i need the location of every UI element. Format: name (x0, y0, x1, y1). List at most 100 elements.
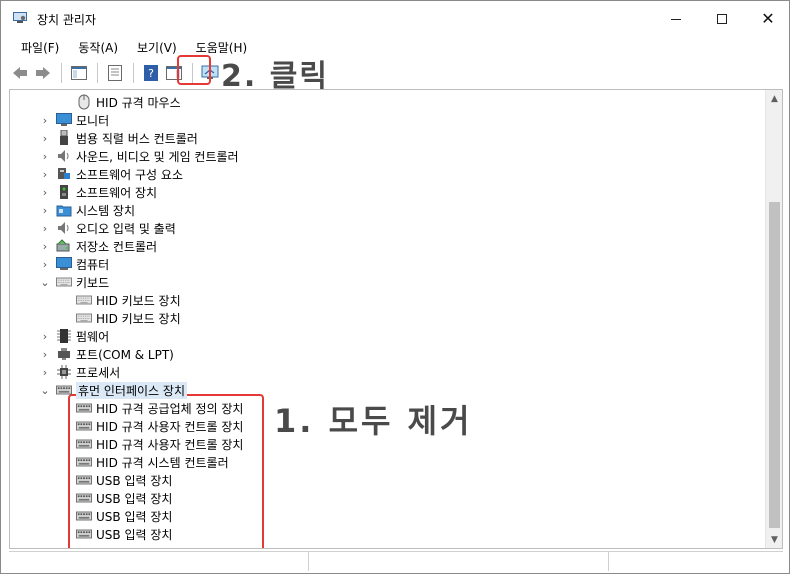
maximize-button[interactable] (699, 1, 745, 37)
menu-file[interactable]: 파일(F) (9, 37, 66, 57)
forward-arrow-icon (36, 67, 50, 79)
tree-item-label: 시스템 장치 (76, 203, 136, 218)
back-button[interactable] (9, 62, 31, 84)
console-tree-icon (71, 66, 87, 80)
tree-item-label: HID 키보드 장치 (96, 293, 181, 308)
hid-icon (76, 400, 92, 416)
tree-item-label: USB 입력 장치 (96, 527, 173, 542)
tree-category-item[interactable]: 시스템 장치 (56, 201, 135, 219)
tree-item-label: 키보드 (76, 275, 110, 290)
tree-device-item[interactable]: HID 규격 마우스 (76, 93, 181, 111)
tree-item-label: 사운드, 비디오 및 게임 컨트롤러 (76, 149, 239, 164)
tree-item-label: USB 입력 장치 (96, 509, 173, 524)
toolbar-separator (61, 63, 62, 83)
tree-category-item[interactable]: 오디오 입력 및 출력 (56, 219, 176, 237)
tree-item-label: 펌웨어 (76, 329, 110, 344)
menu-bar: 파일(F) 동작(A) 보기(V) 도움말(H) (9, 37, 254, 57)
collapsed-chevron-icon[interactable]: › (40, 147, 50, 165)
tree-category-item[interactable]: 펌웨어 (56, 327, 109, 345)
keyboard-icon (56, 274, 72, 290)
scroll-up-arrow-icon[interactable]: ▲ (766, 90, 782, 107)
tree-category-item[interactable]: 포트(COM & LPT) (56, 345, 174, 363)
back-arrow-icon (13, 67, 27, 79)
collapsed-chevron-icon[interactable]: › (40, 183, 50, 201)
vertical-scrollbar[interactable]: ▲ ▼ (765, 90, 782, 548)
tree-item-label: HID 규격 시스템 컨트롤러 (96, 455, 229, 470)
tree-category-item[interactable]: 키보드 (56, 273, 109, 291)
show-hide-console-tree-button[interactable] (68, 62, 90, 84)
speaker-icon (56, 220, 72, 236)
help-button[interactable]: ? (140, 62, 162, 84)
tree-category-item[interactable]: 컴퓨터 (56, 255, 109, 273)
tree-device-item[interactable]: USB 입력 장치 (76, 507, 172, 525)
tree-device-item[interactable]: USB 입력 장치 (76, 525, 172, 543)
collapsed-chevron-icon[interactable]: › (40, 219, 50, 237)
tree-item-label: HID 규격 사용자 컨트롤 장치 (96, 437, 244, 452)
minimize-button[interactable] (653, 1, 699, 37)
tree-category-item[interactable]: 모니터 (56, 111, 109, 129)
tree-item-label: 오디오 입력 및 출력 (76, 221, 176, 236)
tree-category-item[interactable]: 휴먼 인터페이스 장치 (56, 381, 187, 399)
keyboard-icon (76, 310, 92, 326)
forward-button[interactable] (32, 62, 54, 84)
status-cell (9, 552, 309, 571)
hid-icon (76, 472, 92, 488)
tree-item-label: 소프트웨어 구성 요소 (76, 167, 183, 182)
tree-item-label: USB 입력 장치 (96, 473, 173, 488)
tree-item-label: 휴먼 인터페이스 장치 (76, 381, 187, 399)
window-title: 장치 관리자 (37, 13, 97, 27)
properties-button[interactable] (104, 62, 126, 84)
status-bar (9, 551, 783, 571)
tree-device-item[interactable]: HID 규격 사용자 컨트롤 장치 (76, 435, 243, 453)
tree-category-item[interactable]: 저장소 컨트롤러 (56, 237, 157, 255)
hid-icon (56, 382, 72, 398)
hid-icon (76, 436, 92, 452)
help-icon: ? (144, 65, 158, 81)
menu-action[interactable]: 동작(A) (66, 37, 125, 57)
tree-category-item[interactable]: 소프트웨어 장치 (56, 183, 157, 201)
status-cell (309, 552, 609, 571)
usb-icon (56, 130, 72, 146)
maximize-icon (717, 14, 727, 24)
collapsed-chevron-icon[interactable]: › (40, 129, 50, 147)
tree-device-item[interactable]: HID 규격 시스템 컨트롤러 (76, 453, 229, 471)
tree-item-label: 포트(COM & LPT) (76, 347, 174, 362)
tree-device-item[interactable]: HID 키보드 장치 (76, 291, 181, 309)
scrollbar-thumb[interactable] (769, 202, 780, 528)
tree-category-item[interactable]: 사운드, 비디오 및 게임 컨트롤러 (56, 147, 239, 165)
expanded-chevron-icon[interactable]: ⌄ (40, 273, 50, 291)
device-tree[interactable]: ▲ ▼ 1. 모두 제거 HID 규격 마우스 › 모니터 › 범용 직렬 버스 컨트롤… (9, 89, 783, 549)
collapsed-chevron-icon[interactable]: › (40, 363, 50, 381)
tree-category-item[interactable]: 소프트웨어 구성 요소 (56, 165, 183, 183)
close-button[interactable]: ✕ (745, 1, 791, 37)
tree-item-label: 저장소 컨트롤러 (76, 239, 158, 254)
tree-item-label: HID 규격 사용자 컨트롤 장치 (96, 419, 244, 434)
tree-device-item[interactable]: USB 입력 장치 (76, 471, 172, 489)
step1-annotation: 1. 모두 제거 (274, 402, 473, 440)
storage-icon (56, 238, 72, 254)
tree-device-item[interactable]: HID 규격 공급업체 정의 장치 (76, 399, 243, 417)
tree-item-label: HID 규격 마우스 (96, 95, 181, 110)
collapsed-chevron-icon[interactable]: › (40, 237, 50, 255)
tree-category-item[interactable]: 범용 직렬 버스 컨트롤러 (56, 129, 198, 147)
device-manager-window: 장치 관리자 ✕ 파일(F) 동작(A) 보기(V) 도움말(H) ? 2. 클… (0, 0, 790, 574)
collapsed-chevron-icon[interactable]: › (40, 165, 50, 183)
properties-icon (108, 65, 122, 81)
collapsed-chevron-icon[interactable]: › (40, 345, 50, 363)
tree-item-label: 프로세서 (76, 365, 121, 380)
scroll-down-arrow-icon[interactable]: ▼ (766, 531, 782, 548)
collapsed-chevron-icon[interactable]: › (40, 255, 50, 273)
tree-device-item[interactable]: HID 키보드 장치 (76, 309, 181, 327)
menu-view[interactable]: 보기(V) (125, 37, 184, 57)
collapsed-chevron-icon[interactable]: › (40, 327, 50, 345)
tree-category-item[interactable]: 프로세서 (56, 363, 120, 381)
collapsed-chevron-icon[interactable]: › (40, 201, 50, 219)
tree-item-label: 소프트웨어 장치 (76, 185, 158, 200)
port-icon (56, 346, 72, 362)
tree-device-item[interactable]: USB 입력 장치 (76, 489, 172, 507)
hid-icon (76, 418, 92, 434)
collapsed-chevron-icon[interactable]: › (40, 111, 50, 129)
tree-device-item[interactable]: HID 규격 사용자 컨트롤 장치 (76, 417, 243, 435)
mouse-icon (76, 94, 92, 110)
expanded-chevron-icon[interactable]: ⌄ (40, 381, 50, 399)
